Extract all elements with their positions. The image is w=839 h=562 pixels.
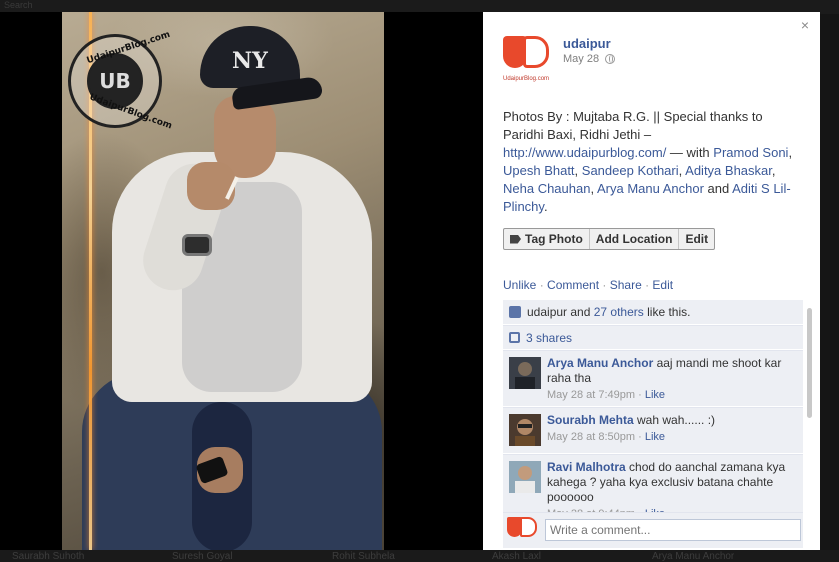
udaipurblog-logo bbox=[507, 517, 541, 541]
likes-others-link[interactable]: 27 others bbox=[594, 305, 644, 319]
background-name: Akash Laxl bbox=[492, 551, 541, 562]
tagged-person[interactable]: Upesh Bhatt bbox=[503, 163, 575, 178]
comment-item: Ravi Malhotra chod do aanchal zamana kya… bbox=[503, 454, 803, 520]
photo-watch bbox=[182, 234, 212, 256]
globe-icon[interactable] bbox=[605, 54, 616, 64]
caption-with: — with bbox=[666, 145, 714, 160]
comment-like-link[interactable]: Like bbox=[645, 389, 665, 401]
avatar-image bbox=[509, 461, 541, 493]
watermark-stamp: UdaipurBlog.com UB UdaipurBlog.com bbox=[68, 30, 173, 132]
tagged-person[interactable]: Neha Chauhan bbox=[503, 181, 590, 196]
caption-and: and bbox=[703, 181, 733, 196]
avatar-image bbox=[509, 357, 541, 389]
udaipurblog-logo bbox=[503, 34, 553, 74]
avatar-image bbox=[509, 414, 541, 446]
separator: · bbox=[641, 278, 653, 292]
likes-first: udaipur bbox=[527, 305, 568, 319]
background-friend-names: Saurabh Suhoth Suresh Goyal Rohit Subhel… bbox=[0, 551, 839, 562]
tagged-person[interactable]: Pramod Soni bbox=[713, 145, 788, 160]
separator: · bbox=[536, 278, 548, 292]
commenter-avatar[interactable] bbox=[509, 461, 541, 493]
tagged-person[interactable]: Aditya Bhaskar bbox=[685, 163, 772, 178]
comment-link[interactable]: Comment bbox=[547, 278, 599, 292]
background-search-label: Search bbox=[4, 0, 33, 10]
share-link[interactable]: Share bbox=[610, 278, 642, 292]
commenter-name[interactable]: Ravi Malhotra bbox=[547, 460, 626, 474]
likes-suffix: like this. bbox=[643, 305, 691, 319]
tagged-person[interactable]: Arya Manu Anchor bbox=[597, 181, 704, 196]
background-name: Arya Manu Anchor bbox=[652, 551, 735, 562]
add-location-button[interactable]: Add Location bbox=[590, 229, 680, 249]
close-icon[interactable]: × bbox=[798, 18, 812, 32]
photo-details-panel: × UdaipurBlog.com udaipur May 28 Photos … bbox=[483, 12, 820, 550]
separator: · bbox=[599, 278, 610, 292]
likes-and: and bbox=[567, 305, 594, 319]
commenter-name[interactable]: Sourabh Mehta bbox=[547, 413, 634, 427]
post-timestamp: May 28 bbox=[563, 53, 616, 65]
commenter-name[interactable]: Arya Manu Anchor bbox=[547, 356, 653, 370]
comment-body: Arya Manu Anchor aaj mandi me shoot kar … bbox=[547, 356, 797, 403]
post-actions: Unlike · Comment · Share · Edit bbox=[503, 278, 673, 292]
post-author-link[interactable]: udaipur bbox=[563, 36, 611, 51]
shares-label[interactable]: 3 shares bbox=[526, 331, 572, 345]
comment-meta: May 28 at 7:49pm · Like bbox=[547, 389, 666, 401]
likes-text: udaipur and 27 others like this. bbox=[527, 305, 690, 319]
comment-input[interactable] bbox=[545, 519, 801, 541]
comment-time[interactable]: May 28 at 7:49pm bbox=[547, 389, 635, 401]
page-avatar[interactable]: UdaipurBlog.com bbox=[503, 34, 553, 84]
comment-item: Arya Manu Anchor aaj mandi me shoot kar … bbox=[503, 350, 803, 406]
edit-link[interactable]: Edit bbox=[652, 278, 673, 292]
edit-button[interactable]: Edit bbox=[679, 229, 714, 249]
caption-link[interactable]: http://www.udaipurblog.com/ bbox=[503, 145, 666, 160]
background-right-column bbox=[820, 14, 839, 562]
photo-stage[interactable]: NY UdaipurBlog.com UB UdaipurBlog.com bbox=[0, 12, 483, 550]
thumbs-up-icon bbox=[509, 306, 521, 318]
tag-photo-button[interactable]: Tag Photo bbox=[504, 229, 590, 249]
logo-b-shape bbox=[520, 517, 537, 537]
comment-item: Sourabh Mehta wah wah...... :) May 28 at… bbox=[503, 407, 803, 453]
photo-hand bbox=[187, 162, 235, 210]
commenter-avatar[interactable] bbox=[509, 357, 541, 389]
unlike-link[interactable]: Unlike bbox=[503, 278, 536, 292]
background-name: Suresh Goyal bbox=[172, 551, 233, 562]
post-caption: Photos By : Mujtaba R.G. || Special than… bbox=[503, 109, 793, 214]
tag-photo-label: Tag Photo bbox=[525, 232, 583, 246]
photo-toolbar: Tag Photo Add Location Edit bbox=[503, 228, 716, 250]
photo-viewer: Search Saurabh Suhoth Suresh Goyal Rohit… bbox=[0, 0, 839, 562]
panel-scrollbar[interactable] bbox=[807, 308, 812, 418]
comment-text: wah wah...... :) bbox=[633, 413, 716, 427]
post-date[interactable]: May 28 bbox=[563, 53, 599, 65]
comment-meta: May 28 at 8:50pm · Like bbox=[547, 431, 666, 443]
comment-body: Sourabh Mehta wah wah...... :) May 28 at… bbox=[547, 413, 797, 445]
caption-text: Photos By : Mujtaba R.G. || Special than… bbox=[503, 109, 763, 142]
background-name: Saurabh Suhoth bbox=[12, 551, 85, 562]
tag-icon bbox=[510, 234, 521, 244]
logo-caption: UdaipurBlog.com bbox=[503, 76, 550, 82]
shares-summary[interactable]: 3 shares bbox=[503, 325, 803, 349]
comment-like-link[interactable]: Like bbox=[645, 431, 665, 443]
commenter-avatar[interactable] bbox=[509, 414, 541, 446]
logo-b-shape bbox=[523, 36, 549, 68]
background-name: Rohit Subhela bbox=[332, 551, 395, 562]
share-icon bbox=[509, 332, 520, 343]
photo-cap-logo: NY bbox=[232, 48, 268, 74]
comment-time[interactable]: May 28 at 8:50pm bbox=[547, 431, 635, 443]
comment-composer bbox=[503, 512, 803, 548]
likes-summary: udaipur and 27 others like this. bbox=[503, 300, 803, 324]
tagged-person[interactable]: Sandeep Kothari bbox=[582, 163, 679, 178]
composer-avatar bbox=[507, 517, 541, 545]
